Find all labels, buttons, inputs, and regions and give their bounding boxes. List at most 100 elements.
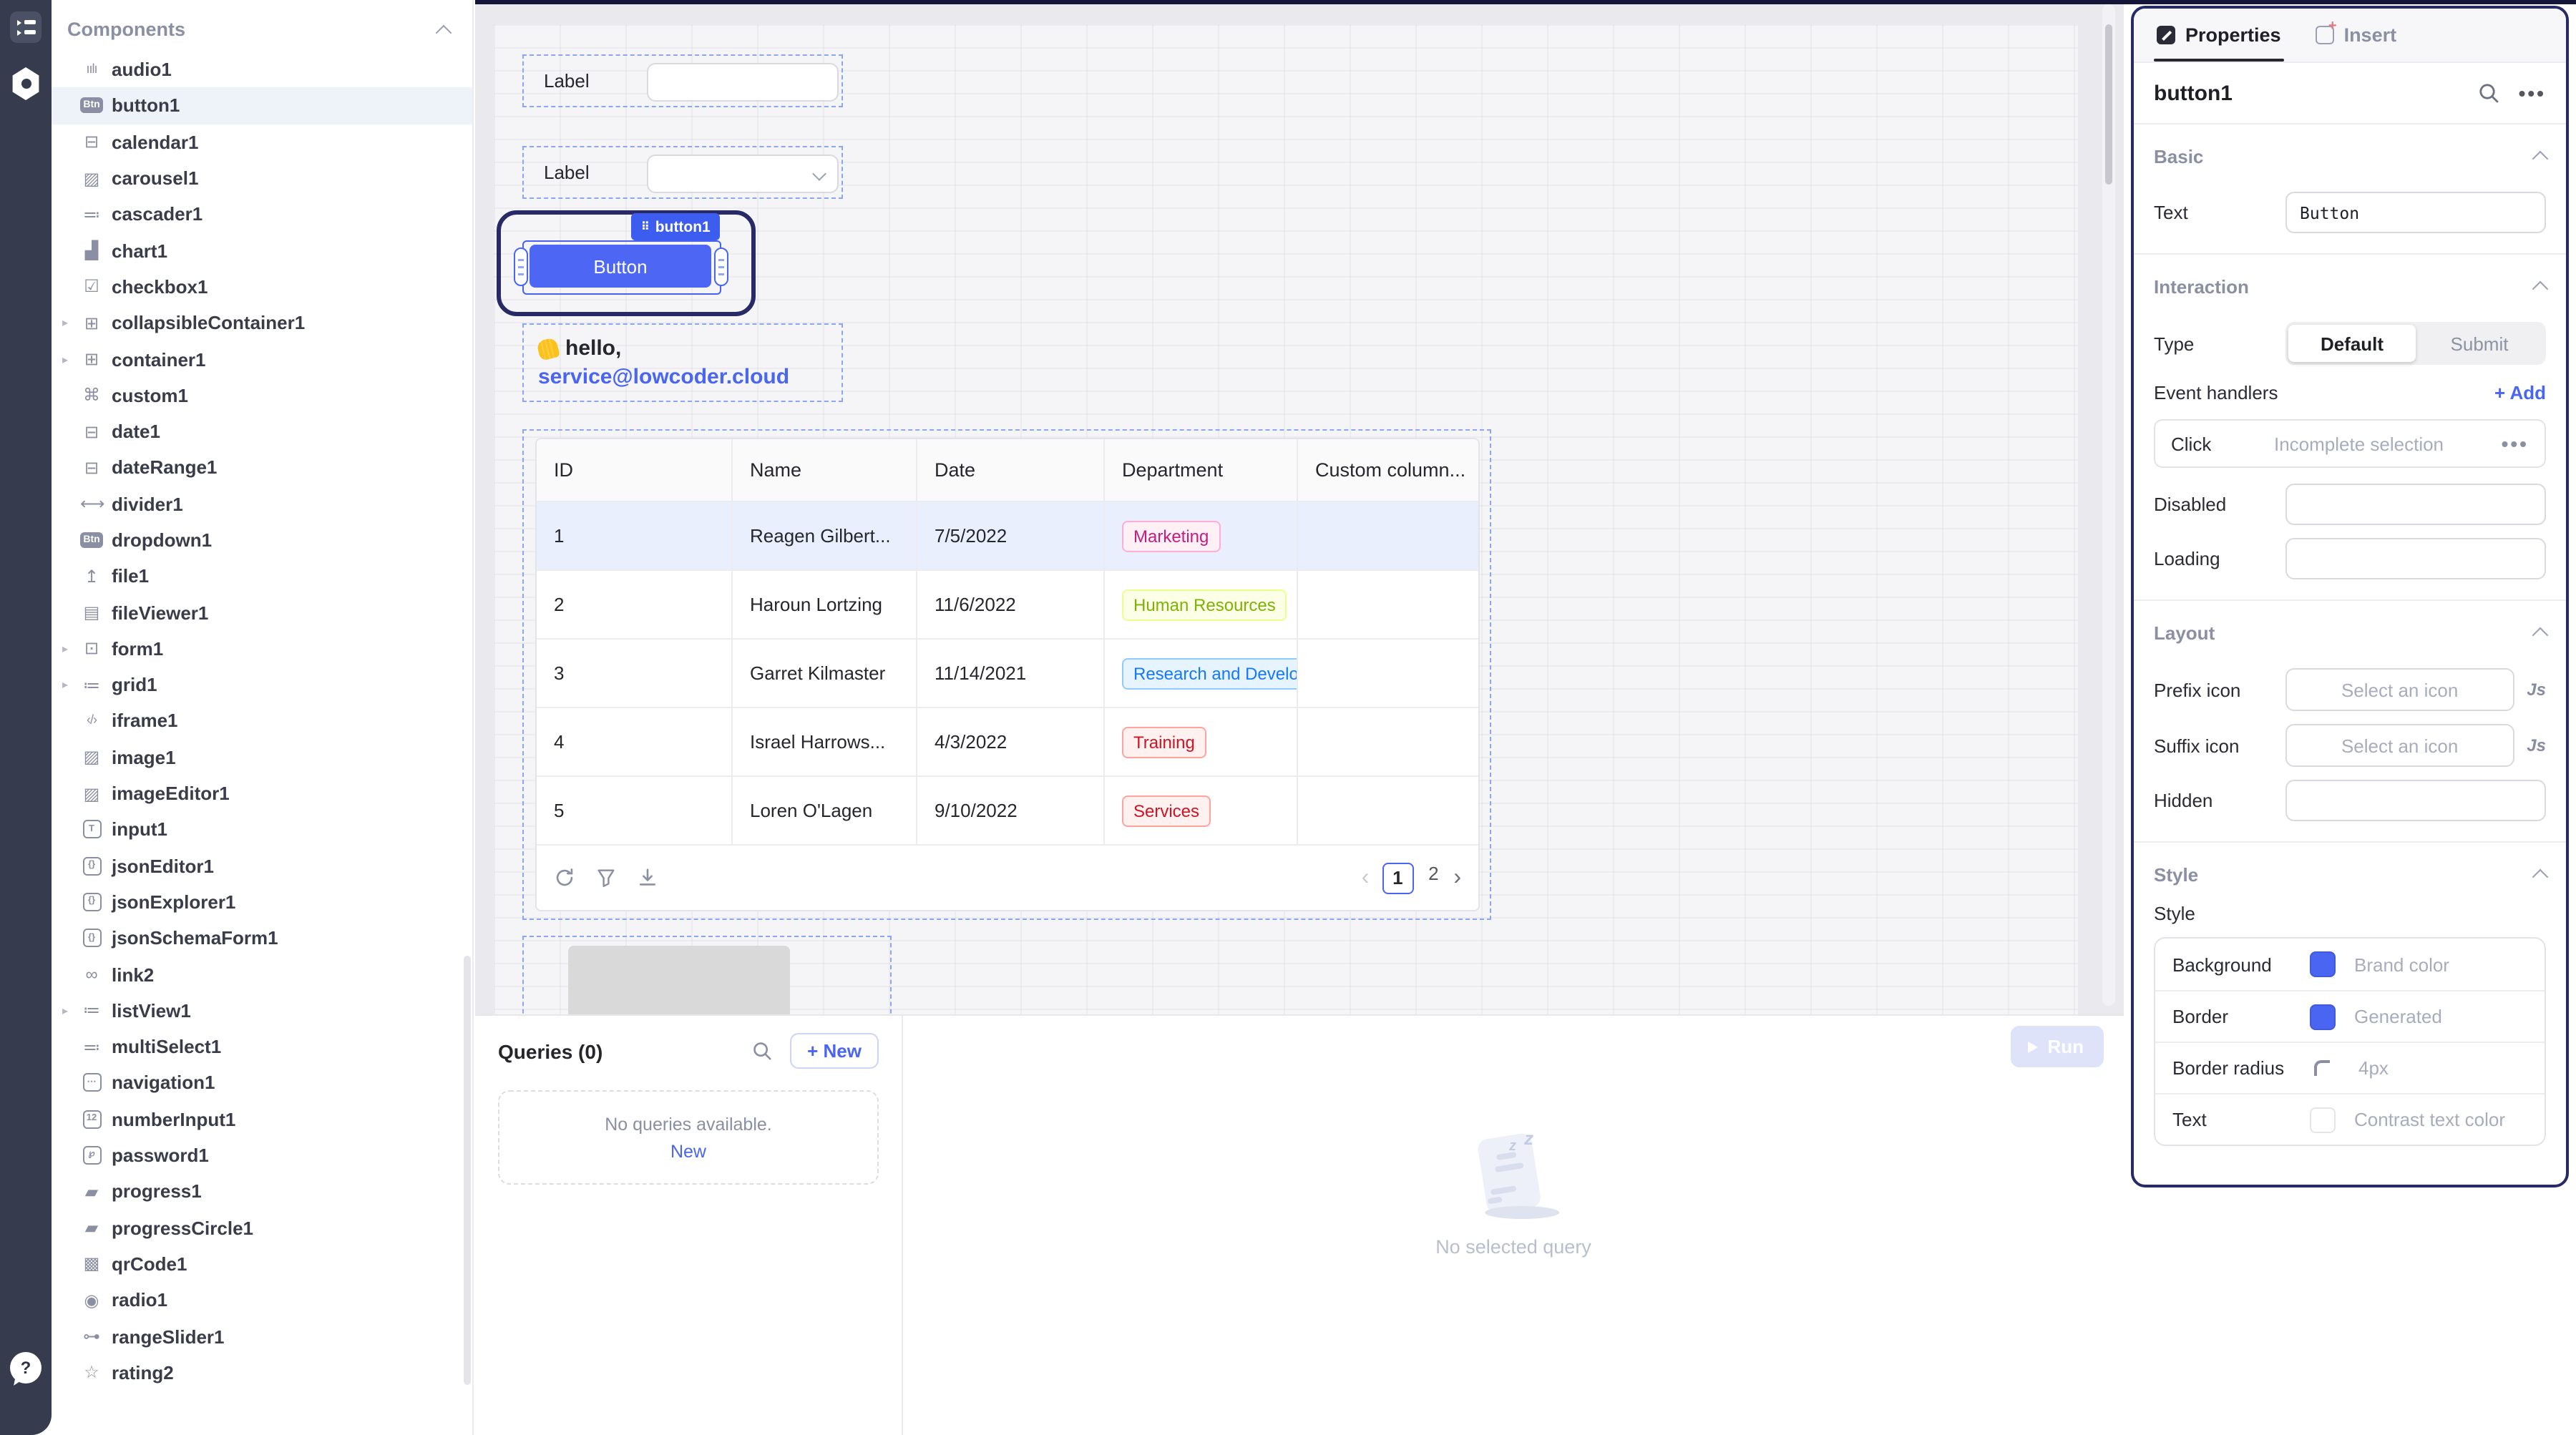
style-row-border-radius[interactable]: Border radius4px (2155, 1042, 2545, 1093)
sidebar-item-file1[interactable]: ↥file1 (52, 558, 472, 594)
sidebar-item-date1[interactable]: ⊟date1 (52, 413, 472, 450)
add-event-handler-button[interactable]: + Add (2494, 382, 2546, 403)
page-next-icon[interactable]: › (1453, 866, 1461, 889)
event-handler-row[interactable]: Click Incomplete selection ••• (2154, 419, 2546, 468)
sidebar-item-custom1[interactable]: ⌘custom1 (52, 377, 472, 413)
sidebar-item-numberInput1[interactable]: 12numberInput1 (52, 1101, 472, 1137)
sidebar-item-grid1[interactable]: ▸≔grid1 (52, 667, 472, 703)
section-collapse-icon[interactable] (2532, 627, 2549, 644)
search-icon[interactable] (2477, 82, 2500, 104)
run-button[interactable]: Run (2010, 1026, 2104, 1067)
input-component[interactable]: Label (522, 54, 843, 107)
table-row[interactable]: 3Garret Kilmaster11/14/2021Research and … (537, 640, 1478, 708)
sidebar-item-dropdown1[interactable]: Btndropdown1 (52, 522, 472, 559)
refresh-icon[interactable] (554, 867, 575, 888)
sidebar-item-calendar1[interactable]: ⊟calendar1 (52, 124, 472, 160)
settings-hexagon-icon[interactable] (11, 67, 40, 100)
button-text-input[interactable] (2285, 192, 2546, 233)
select-component-field[interactable] (647, 155, 839, 193)
sidebar-item-progress1[interactable]: ▰progress1 (52, 1173, 472, 1210)
canvas-scrollbar-thumb[interactable] (2105, 24, 2112, 185)
sidebar-item-image1[interactable]: ▨image1 (52, 739, 472, 775)
expand-caret-icon[interactable]: ▸ (59, 642, 72, 655)
filter-icon[interactable] (595, 867, 617, 888)
color-swatch[interactable] (2310, 1107, 2336, 1132)
style-row-border[interactable]: BorderGenerated (2155, 990, 2545, 1042)
js-toggle-icon[interactable]: Js (2527, 735, 2546, 755)
sidebar-item-jsonExplorer1[interactable]: {}jsonExplorer1 (52, 884, 472, 921)
sidebar-item-multiSelect1[interactable]: ≕multiSelect1 (52, 1029, 472, 1065)
select-component[interactable]: Label (522, 146, 843, 199)
sidebar-item-jsonEditor1[interactable]: {}jsonEditor1 (52, 848, 472, 884)
table-column-header[interactable]: Department (1105, 439, 1298, 501)
section-collapse-icon[interactable] (2532, 151, 2549, 167)
sidebar-item-audio1[interactable]: ıılıaudio1 (52, 52, 472, 88)
input-component-field[interactable] (647, 63, 839, 102)
js-toggle-icon[interactable]: Js (2527, 680, 2546, 700)
suffix-icon-select-button[interactable]: Select an icon (2285, 724, 2514, 767)
sidebar-item-rating2[interactable]: ☆rating2 (52, 1354, 472, 1391)
resize-handle-left[interactable] (514, 248, 528, 286)
sidebar-item-container1[interactable]: ▸⊞container1 (52, 341, 472, 378)
tab-properties[interactable]: Properties (2157, 9, 2281, 62)
sidebar-item-link2[interactable]: ∞link2 (52, 956, 472, 993)
sidebar-item-carousel1[interactable]: ▨carousel1 (52, 160, 472, 197)
table-row[interactable]: 4Israel Harrows...4/3/2022Training (537, 708, 1478, 777)
new-query-button[interactable]: + New (790, 1033, 879, 1069)
table-row[interactable]: 5Loren O'Lagen9/10/2022Services (537, 777, 1478, 846)
type-option-submit[interactable]: Submit (2416, 325, 2543, 362)
sidebar-item-dateRange1[interactable]: ⊟dateRange1 (52, 450, 472, 486)
style-row-background[interactable]: BackgroundBrand color (2155, 939, 2545, 990)
sidebar-item-chart1[interactable]: ▟chart1 (52, 232, 472, 269)
expand-caret-icon[interactable]: ▸ (59, 353, 72, 366)
drag-handle-icon[interactable]: ⠿ (641, 221, 650, 232)
sidebar-item-navigation1[interactable]: ⋯navigation1 (52, 1065, 472, 1102)
page-number-1[interactable]: 1 (1382, 862, 1413, 893)
more-menu-icon[interactable]: ••• (2519, 82, 2546, 104)
sidebar-item-listView1[interactable]: ▸≔listView1 (52, 992, 472, 1029)
page-prev-icon[interactable]: ‹ (1362, 866, 1370, 889)
sidebar-item-progressCircle1[interactable]: ▰progressCircle1 (52, 1210, 472, 1246)
help-icon[interactable]: ? (10, 1352, 42, 1383)
sidebar-item-collapsibleContainer1[interactable]: ▸⊞collapsibleContainer1 (52, 305, 472, 341)
search-icon[interactable] (751, 1040, 773, 1062)
tab-insert[interactable]: Insert (2316, 9, 2397, 62)
component-tree-toggle-icon[interactable] (10, 11, 42, 43)
prefix-icon-select-button[interactable]: Select an icon (2285, 668, 2514, 711)
resize-handle-right[interactable] (714, 248, 728, 286)
new-query-link[interactable]: New (670, 1141, 706, 1161)
sidebar-item-iframe1[interactable]: ‹/›iframe1 (52, 703, 472, 740)
greeting-email-link[interactable]: service@lowcoder.cloud (538, 363, 827, 392)
section-collapse-icon[interactable] (2532, 281, 2549, 298)
color-swatch[interactable] (2310, 951, 2336, 977)
table-row[interactable]: 1Reagen Gilbert...7/5/2022Marketing (537, 502, 1478, 571)
page-number-2[interactable]: 2 (1426, 862, 1440, 893)
expand-caret-icon[interactable]: ▸ (59, 678, 72, 691)
expand-caret-icon[interactable]: ▸ (59, 316, 72, 329)
download-icon[interactable] (637, 867, 658, 888)
style-row-text[interactable]: TextContrast text color (2155, 1093, 2545, 1145)
table-component[interactable]: IDNameDateDepartmentCustom column... 1Re… (522, 429, 1491, 920)
sidebar-item-input1[interactable]: Tinput1 (52, 811, 472, 848)
sidebar-item-cascader1[interactable]: ≕cascader1 (52, 196, 472, 232)
sidebar-item-password1[interactable]: ℘password1 (52, 1137, 472, 1174)
text-component[interactable]: hello, service@lowcoder.cloud (522, 323, 843, 402)
table-column-header[interactable]: ID (537, 439, 733, 501)
sidebar-item-rangeSlider1[interactable]: ⊶rangeSlider1 (52, 1318, 472, 1355)
table-column-header[interactable]: Date (917, 439, 1105, 501)
table-column-header[interactable]: Custom column... (1298, 439, 1478, 501)
sidebar-item-jsonSchemaForm1[interactable]: {}jsonSchemaForm1 (52, 920, 472, 956)
event-menu-icon[interactable]: ••• (2502, 432, 2529, 455)
sidebar-item-fileViewer1[interactable]: ▤fileViewer1 (52, 594, 472, 631)
canvas-button[interactable]: Button (530, 245, 711, 288)
sidebar-scrollbar[interactable] (464, 956, 471, 1385)
color-swatch[interactable] (2310, 1004, 2336, 1029)
section-collapse-icon[interactable] (2532, 869, 2549, 886)
placeholder-component[interactable] (522, 936, 892, 1014)
sidebar-item-imageEditor1[interactable]: ▨imageEditor1 (52, 775, 472, 812)
loading-input[interactable] (2285, 538, 2546, 579)
canvas-page[interactable]: Label Label ⠿ button1 Button hello, serv (494, 24, 2078, 1014)
sidebar-item-button1[interactable]: Btnbutton1 (52, 88, 472, 124)
sidebar-item-radio1[interactable]: ◉radio1 (52, 1282, 472, 1318)
collapse-chevron-icon[interactable] (436, 24, 452, 41)
